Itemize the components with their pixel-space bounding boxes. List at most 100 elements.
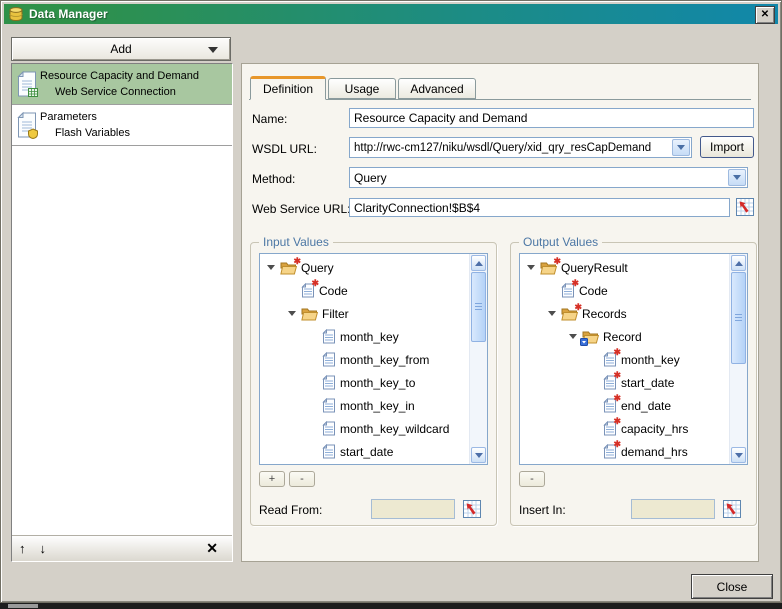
input-remove-button[interactable]: - bbox=[289, 471, 315, 487]
close-button[interactable]: Close bbox=[691, 574, 773, 599]
scrollbar-thumb[interactable] bbox=[471, 272, 486, 342]
move-up-icon[interactable]: ↑ bbox=[12, 542, 33, 555]
input-tree-scrollbar[interactable] bbox=[469, 254, 487, 464]
field-icon: ✱ bbox=[301, 283, 315, 298]
scroll-up-icon[interactable] bbox=[731, 255, 746, 271]
input-values-tree[interactable]: ✱Query✱Code Filter month_key month_key_from… bbox=[259, 253, 488, 465]
connection-list: Resource Capacity and DemandWeb Service … bbox=[12, 64, 232, 146]
tree-node-query[interactable]: ✱Query bbox=[260, 256, 470, 279]
output-remove-button[interactable]: - bbox=[519, 471, 545, 487]
method-dropdown-button[interactable] bbox=[728, 169, 746, 186]
tree-node-label: Filter bbox=[322, 307, 349, 321]
connection-list-item[interactable]: Resource Capacity and DemandWeb Service … bbox=[12, 64, 232, 105]
tree-node-label: month_key_wildcard bbox=[340, 422, 449, 436]
wsdl-dropdown-button[interactable] bbox=[672, 139, 690, 156]
wsdl-url-combobox[interactable]: http://rwc-cm127/niku/wsdl/Query/xid_qry… bbox=[349, 137, 692, 158]
tree-node-label: month_key_from bbox=[340, 353, 429, 367]
tree-node-end_date[interactable]: ✱end_date bbox=[520, 394, 730, 417]
tree-node-filter[interactable]: Filter bbox=[260, 302, 470, 325]
cell-selector-icon bbox=[724, 501, 740, 517]
folder-icon bbox=[301, 307, 318, 321]
add-dropdown-arrow-icon bbox=[208, 47, 218, 53]
scrollbar-thumb[interactable] bbox=[731, 272, 746, 364]
scroll-up-icon[interactable] bbox=[471, 255, 486, 271]
plus-icon: + bbox=[269, 473, 275, 485]
tree-node-month_key[interactable]: month_key bbox=[260, 325, 470, 348]
list-footer-bar: ↑ ↓ ✕ bbox=[12, 535, 232, 561]
tree-node-month_key_from[interactable]: month_key_from bbox=[260, 348, 470, 371]
add-button-label: Add bbox=[110, 42, 131, 56]
tab-definition[interactable]: Definition bbox=[250, 76, 326, 100]
input-tree-body: ✱Query✱Code Filter month_key month_key_from… bbox=[260, 256, 470, 464]
tree-node-demand_hrs[interactable]: ✱demand_hrs bbox=[520, 440, 730, 463]
field-icon bbox=[322, 329, 336, 344]
field-icon bbox=[322, 444, 336, 459]
folder-icon: ✱ bbox=[561, 307, 578, 321]
move-down-icon[interactable]: ↓ bbox=[33, 542, 54, 555]
insert-in-input[interactable] bbox=[631, 499, 715, 519]
tree-node-label: start_date bbox=[621, 376, 674, 390]
input-add-button[interactable]: + bbox=[259, 471, 285, 487]
tree-node-start_date[interactable]: ✱ start_date bbox=[520, 371, 730, 394]
connection-item-text: Resource Capacity and DemandWeb Service … bbox=[40, 68, 230, 100]
chevron-down-icon bbox=[677, 145, 685, 150]
scroll-down-icon[interactable] bbox=[731, 447, 746, 463]
expand-arrow-icon[interactable] bbox=[548, 311, 561, 316]
connection-list-item[interactable]: ParametersFlash Variables bbox=[12, 105, 232, 146]
read-from-input[interactable] bbox=[371, 499, 455, 519]
wsdl-url-label: WSDL URL: bbox=[252, 142, 317, 156]
tree-node-label: month_key_to bbox=[340, 376, 415, 390]
tree-node-month_key_in[interactable]: month_key_in bbox=[260, 394, 470, 417]
tree-node-record[interactable]: Record bbox=[520, 325, 730, 348]
close-window-button[interactable]: ✕ bbox=[755, 6, 775, 24]
method-label: Method: bbox=[252, 172, 295, 186]
expand-arrow-icon[interactable] bbox=[267, 265, 280, 270]
field-icon bbox=[322, 398, 336, 413]
tree-node-records[interactable]: ✱Records bbox=[520, 302, 730, 325]
web-service-url-cell-selector-button[interactable] bbox=[736, 198, 754, 216]
insert-in-cell-selector-button[interactable] bbox=[723, 500, 741, 518]
tree-node-capacity_hrs[interactable]: ✱capacity_hrs bbox=[520, 417, 730, 440]
required-asterisk-icon: ✱ bbox=[613, 416, 621, 427]
input-values-title: Input Values bbox=[259, 235, 333, 249]
cell-selector-icon bbox=[737, 199, 753, 215]
tab-advanced[interactable]: Advanced bbox=[398, 78, 476, 99]
tree-node-month_key_wildcard[interactable]: month_key_wildcard bbox=[260, 417, 470, 440]
expand-arrow-icon[interactable] bbox=[527, 265, 540, 270]
connection-type: Web Service Connection bbox=[55, 84, 230, 100]
field-icon: ✱ bbox=[603, 375, 617, 390]
name-value: Resource Capacity and Demand bbox=[354, 111, 527, 125]
output-values-group: Output Values ✱QueryResult✱Code✱RecordsR… bbox=[510, 242, 757, 526]
read-from-cell-selector-button[interactable] bbox=[463, 500, 481, 518]
tree-node-month_key_to[interactable]: month_key_to bbox=[260, 371, 470, 394]
output-tree-scrollbar[interactable] bbox=[729, 254, 747, 464]
cell-selector-icon bbox=[464, 501, 480, 517]
web-service-connection-icon bbox=[14, 71, 40, 98]
tree-node-code[interactable]: ✱Code bbox=[520, 279, 730, 302]
import-button[interactable]: Import bbox=[700, 136, 754, 158]
import-button-label: Import bbox=[710, 140, 744, 154]
field-icon: ✱ bbox=[603, 444, 617, 459]
tree-node-label: Records bbox=[582, 307, 627, 321]
connection-list-panel: Resource Capacity and DemandWeb Service … bbox=[11, 63, 233, 562]
add-connection-button[interactable]: Add bbox=[11, 37, 231, 61]
name-input[interactable]: Resource Capacity and Demand bbox=[349, 108, 754, 128]
tree-node-month_key[interactable]: ✱month_key bbox=[520, 348, 730, 371]
expand-arrow-icon[interactable] bbox=[288, 311, 301, 316]
connection-name: Resource Capacity and Demand bbox=[40, 68, 230, 84]
tree-node-start_date[interactable]: start_date bbox=[260, 440, 470, 463]
folder-icon: ✱ bbox=[540, 261, 557, 275]
tree-node-label: Record bbox=[603, 330, 642, 344]
field-icon bbox=[322, 375, 336, 390]
tree-node-code[interactable]: ✱Code bbox=[260, 279, 470, 302]
delete-connection-icon[interactable]: ✕ bbox=[206, 540, 218, 557]
method-combobox[interactable]: Query bbox=[349, 167, 748, 188]
tab-usage[interactable]: Usage bbox=[328, 78, 396, 99]
tree-node-queryresult[interactable]: ✱QueryResult bbox=[520, 256, 730, 279]
web-service-url-input[interactable]: ClarityConnection!$B$4 bbox=[349, 198, 730, 217]
required-asterisk-icon: ✱ bbox=[613, 347, 621, 358]
output-values-tree[interactable]: ✱QueryResult✱Code✱RecordsRecord✱month_ke… bbox=[519, 253, 748, 465]
connection-item-text: ParametersFlash Variables bbox=[40, 109, 230, 141]
required-asterisk-icon: ✱ bbox=[574, 302, 582, 313]
scroll-down-icon[interactable] bbox=[471, 447, 486, 463]
